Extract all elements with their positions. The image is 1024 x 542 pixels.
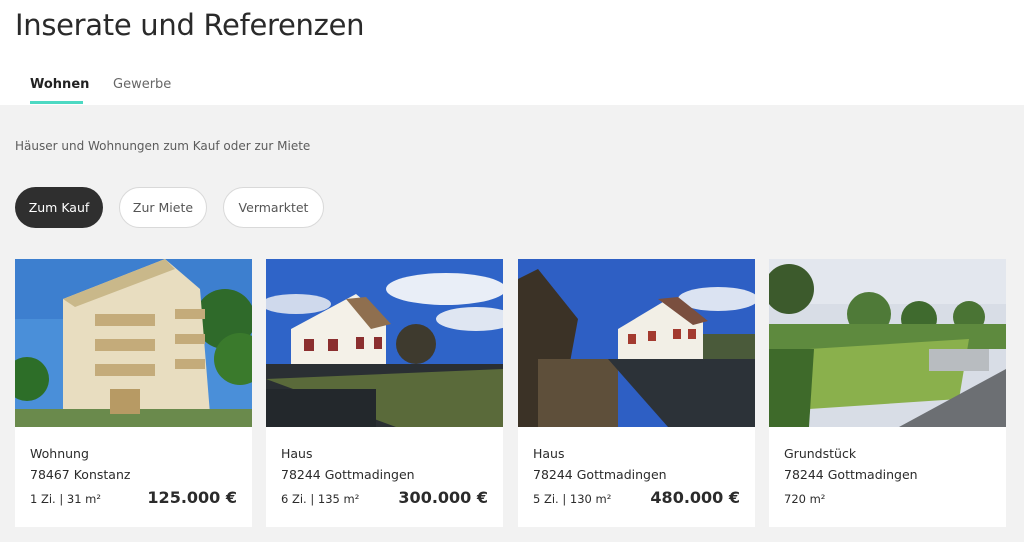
filter-zum-kauf-button[interactable]: Zum Kauf (15, 187, 103, 228)
listing-rooms-area: 5 Zi. | 130 m² (533, 492, 612, 506)
listing-photo (769, 259, 1006, 427)
tab-wohnen[interactable]: Wohnen (30, 77, 89, 92)
listing-type: Haus (533, 446, 565, 461)
listing-type: Grundstück (784, 446, 857, 461)
listing-location: 78244 Gottmadingen (784, 467, 918, 482)
listing-photo (518, 259, 755, 427)
listing-location: 78244 Gottmadingen (533, 467, 667, 482)
listing-card[interactable]: Haus 78244 Gottmadingen 6 Zi. | 135 m² 3… (266, 259, 503, 527)
listing-price: 300.000 € (398, 488, 488, 507)
listing-rooms-area: 6 Zi. | 135 m² (281, 492, 360, 506)
filter-zur-miete-button[interactable]: Zur Miete (119, 187, 207, 228)
tab-gewerbe[interactable]: Gewerbe (113, 77, 171, 92)
active-tab-indicator (30, 101, 83, 104)
listing-card[interactable]: Haus 78244 Gottmadingen 5 Zi. | 130 m² 4… (518, 259, 755, 527)
section-subtitle: Häuser und Wohnungen zum Kauf oder zur M… (15, 139, 311, 153)
listing-type: Wohnung (30, 446, 89, 461)
listing-rooms-area: 1 Zi. | 31 m² (30, 492, 101, 506)
header: Inserate und Referenzen Wohnen Gewerbe (0, 0, 1024, 105)
listing-photo (15, 259, 252, 427)
listing-type: Haus (281, 446, 313, 461)
listing-location: 78244 Gottmadingen (281, 467, 415, 482)
listing-area: 720 m² (784, 492, 826, 506)
listing-card[interactable]: Wohnung 78467 Konstanz 1 Zi. | 31 m² 125… (15, 259, 252, 527)
filter-vermarktet-button[interactable]: Vermarktet (223, 187, 324, 228)
listing-card[interactable]: Grundstück 78244 Gottmadingen 720 m² (769, 259, 1006, 527)
listing-photo (266, 259, 503, 427)
listing-price: 125.000 € (147, 488, 237, 507)
listing-price: 480.000 € (650, 488, 740, 507)
listing-location: 78467 Konstanz (30, 467, 131, 482)
page-title: Inserate und Referenzen (15, 8, 365, 42)
